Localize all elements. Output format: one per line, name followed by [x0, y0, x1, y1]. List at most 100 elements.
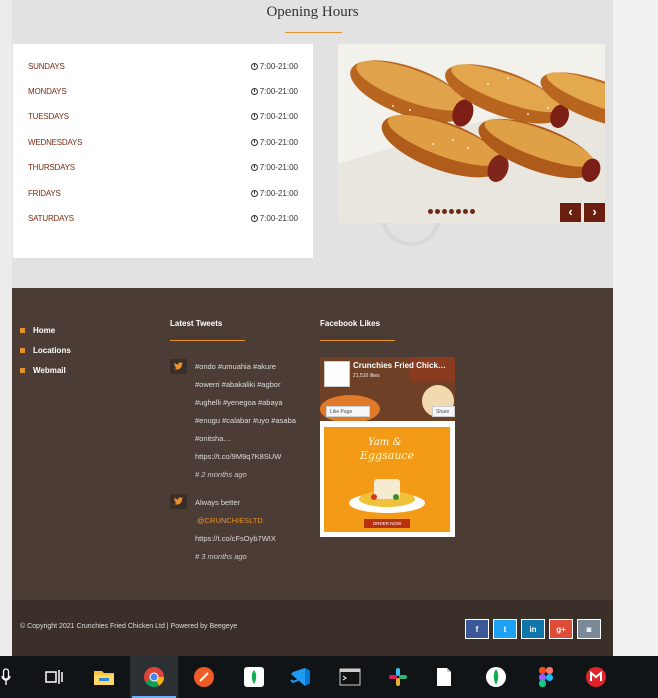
- facebook-share-button[interactable]: Share: [432, 406, 455, 417]
- postman-icon[interactable]: [180, 656, 228, 698]
- facebook-like-count: 21,510 likes: [353, 373, 380, 379]
- vscode-icon[interactable]: [276, 656, 324, 698]
- footer-nav-label: Webmail: [33, 365, 66, 375]
- clock-icon: [250, 190, 258, 197]
- hours-time: 7:00-21:00: [259, 189, 298, 198]
- bottom-bar: © Copyright 2021 Crunchies Fried Chicken…: [12, 600, 613, 656]
- tweet-time: # 3 months ago: [195, 552, 247, 561]
- title-underline: [285, 32, 342, 33]
- hours-day: FRIDAYS: [28, 189, 61, 198]
- task-view-icon[interactable]: [30, 656, 78, 698]
- facebook-social-button[interactable]: f: [465, 619, 489, 639]
- footer-nav: Home Locations Webmail: [20, 320, 71, 380]
- linkedin-social-button[interactable]: in: [521, 619, 545, 639]
- hours-time-wrap: 7:00-21:00: [250, 138, 298, 147]
- tweet-link[interactable]: https://t.co/cFsOyb7WIX: [195, 534, 276, 543]
- bullet-icon: [20, 327, 25, 333]
- facebook-like-label: Like Page: [330, 409, 353, 415]
- mongodb-compass-icon[interactable]: [230, 656, 278, 698]
- tweet-time: # 2 months ago: [195, 470, 247, 479]
- bullet-icon: [20, 347, 25, 353]
- hours-time: 7:00-21:00: [259, 138, 298, 147]
- right-gutter: [613, 0, 658, 656]
- instagram-social-button[interactable]: ◙: [577, 619, 601, 639]
- hours-row: FRIDAYS 7:00-21:00: [28, 189, 298, 203]
- slider-dot[interactable]: [470, 209, 475, 214]
- slider-dots: [428, 201, 477, 219]
- slider-dot[interactable]: [435, 209, 440, 214]
- slider-dot[interactable]: [456, 209, 461, 214]
- image-slider[interactable]: ‹ ›: [338, 44, 605, 223]
- gmail-icon[interactable]: [572, 656, 620, 698]
- latest-tweets-heading: Latest Tweets: [170, 319, 223, 328]
- footer-nav-home[interactable]: Home: [20, 320, 71, 340]
- tweet-handle-link[interactable]: @CRUNCHIESLTD: [197, 516, 263, 525]
- tweet-text: #owerri #abakaliki #agbor: [195, 380, 281, 389]
- hours-day: THURSDAYS: [28, 163, 75, 172]
- copyright-text: © Copyright 2021 Crunchies Fried Chicken…: [20, 623, 238, 630]
- slider-dot[interactable]: [428, 209, 433, 214]
- slider-dot[interactable]: [442, 209, 447, 214]
- hours-time-wrap: 7:00-21:00: [250, 163, 298, 172]
- page: Opening Hours SUNDAYS 7:00-21:00 MONDAYS…: [0, 0, 658, 656]
- tweet-text: #enugu #calabar #uyo #asaba: [195, 416, 296, 425]
- facebook-cover: Crunchies Fried Chick… 21,510 likes Like…: [320, 357, 455, 421]
- facebook-page-widget[interactable]: Crunchies Fried Chick… 21,510 likes Like…: [320, 357, 455, 537]
- google-plus-social-button[interactable]: g+: [549, 619, 573, 639]
- clock-icon: [250, 139, 258, 146]
- hours-day: SATURDAYS: [28, 214, 74, 223]
- hours-time: 7:00-21:00: [259, 62, 298, 71]
- clock-icon: [250, 63, 258, 70]
- tweet-link[interactable]: https://t.co/9M9q7K8SUW: [195, 452, 281, 461]
- file-explorer-icon[interactable]: [80, 656, 128, 698]
- facebook-page-name[interactable]: Crunchies Fried Chick…: [353, 361, 446, 370]
- slack-icon[interactable]: [374, 656, 422, 698]
- hours-row: WEDNESDAYS 7:00-21:00: [28, 138, 298, 152]
- section-title: Opening Hours: [266, 4, 359, 20]
- footer-nav-webmail[interactable]: Webmail: [20, 360, 71, 380]
- hours-time-wrap: 7:00-21:00: [250, 112, 298, 121]
- hours-row: SATURDAYS 7:00-21:00: [28, 214, 298, 228]
- heading-underline: [170, 340, 245, 341]
- slider-dot[interactable]: [449, 209, 454, 214]
- facebook-page-logo: [324, 361, 350, 387]
- hours-row: TUESDAYS 7:00-21:00: [28, 112, 298, 126]
- tweet-text: #onitsha…: [195, 434, 231, 443]
- clock-icon: [250, 215, 258, 222]
- terminal-icon[interactable]: [326, 656, 374, 698]
- opening-hours-table: SUNDAYS 7:00-21:00 MONDAYS 7:00-21:00 TU…: [13, 44, 313, 258]
- hours-time: 7:00-21:00: [259, 87, 298, 96]
- tweet-text: #ughelli #yenegoa #abaya: [195, 398, 283, 407]
- footer-nav-label: Locations: [33, 345, 71, 355]
- footer-nav-locations[interactable]: Locations: [20, 340, 71, 360]
- hours-time-wrap: 7:00-21:00: [250, 189, 298, 198]
- notepad-icon[interactable]: [420, 656, 468, 698]
- facebook-share-label: Share: [436, 409, 450, 415]
- yam-eggsauce-image: [349, 479, 425, 513]
- facebook-post-image[interactable]: Yam & Eggsauce ORDER NOW: [324, 427, 450, 532]
- hours-day: WEDNESDAYS: [28, 138, 83, 147]
- hours-time: 7:00-21:00: [259, 112, 298, 121]
- clock-icon: [250, 113, 258, 120]
- microphone-icon[interactable]: [0, 656, 26, 698]
- twitter-social-button[interactable]: t: [493, 619, 517, 639]
- order-now-button[interactable]: ORDER NOW: [364, 519, 410, 528]
- tweet-text: Always better: [195, 498, 241, 507]
- twitter-bird-icon: [170, 494, 187, 509]
- mongodb-icon[interactable]: [472, 656, 520, 698]
- hours-time: 7:00-21:00: [259, 214, 298, 223]
- slider-dot[interactable]: [463, 209, 468, 214]
- facebook-likes-heading: Facebook Likes: [320, 319, 381, 328]
- slider-next-button[interactable]: ›: [584, 203, 605, 222]
- hours-row: THURSDAYS 7:00-21:00: [28, 163, 298, 177]
- bullet-icon: [20, 367, 25, 373]
- hours-day: SUNDAYS: [28, 62, 65, 71]
- windows-taskbar: [0, 656, 658, 698]
- slider-prev-button[interactable]: ‹: [560, 203, 581, 222]
- clock-icon: [250, 164, 258, 171]
- figma-icon[interactable]: [522, 656, 570, 698]
- facebook-like-button[interactable]: Like Page: [326, 406, 370, 417]
- hours-time-wrap: 7:00-21:00: [250, 87, 298, 96]
- footer: Home Locations Webmail Latest Tweets Fac…: [12, 288, 613, 600]
- chrome-icon[interactable]: [130, 656, 178, 698]
